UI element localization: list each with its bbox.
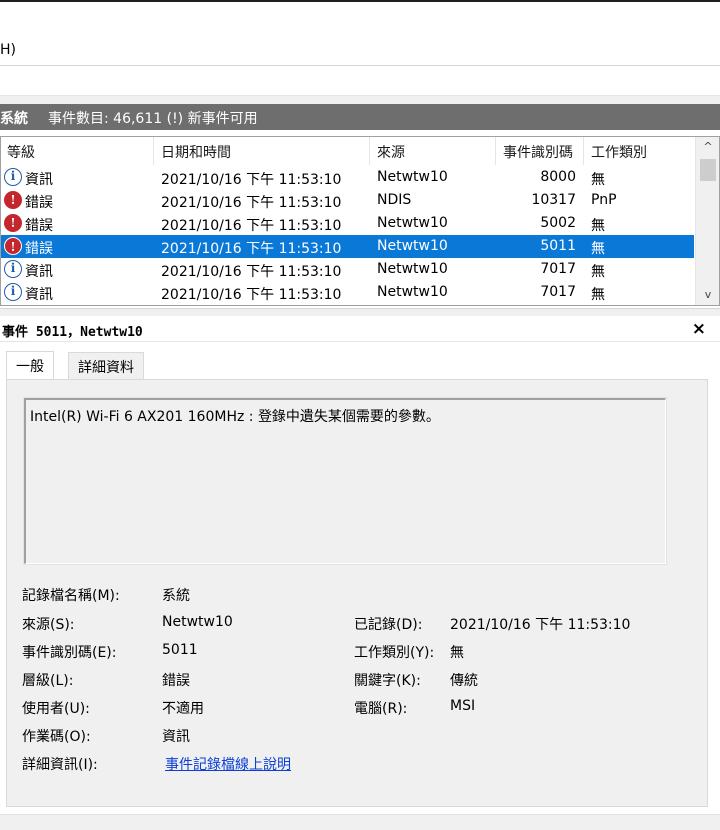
vertical-scrollbar[interactable]: ^ v [695, 137, 719, 305]
tab-general[interactable]: 一般 [6, 351, 54, 380]
menu-help[interactable]: H) [0, 42, 16, 58]
info-icon: i [4, 260, 22, 278]
table-row[interactable]: i 資訊 2021/10/16 下午 11:53:10 Netwtw10 8000 無 [1, 166, 694, 189]
cell-datetime: 2021/10/16 下午 11:53:10 [161, 195, 342, 211]
cell-event-id: 7017 [540, 261, 576, 277]
cell-event-id: 7017 [540, 284, 576, 300]
event-count: 事件數目: 46,611 (!) 新事件可用 [48, 111, 258, 127]
close-icon[interactable]: × [692, 319, 706, 339]
column-divider[interactable] [583, 137, 584, 165]
opcode-label: 作業碼(O): [22, 729, 91, 745]
log-title: 系統 [0, 111, 28, 127]
task-category-label: 工作類別(Y): [354, 645, 435, 661]
cell-level: 資訊 [25, 172, 53, 188]
keywords-label: 關鍵字(K): [354, 673, 421, 689]
cell-source: Netwtw10 [377, 215, 448, 231]
status-bar [0, 814, 720, 830]
cell-event-id: 5002 [540, 215, 576, 231]
table-row[interactable]: ! 錯誤 2021/10/16 下午 11:53:10 Netwtw10 5002 無 [1, 212, 694, 235]
level-value: 錯誤 [162, 673, 190, 689]
cell-level: 資訊 [25, 264, 53, 280]
pane-gap [0, 96, 720, 104]
task-category-value: 無 [450, 645, 464, 661]
cell-event-id: 10317 [531, 192, 576, 208]
table-row[interactable]: i 資訊 2021/10/16 下午 11:53:10 Netwtw10 7017 無 [1, 281, 694, 304]
error-icon: ! [4, 237, 22, 255]
cell-level: 資訊 [25, 287, 53, 303]
cell-category: 無 [591, 264, 605, 280]
table-row[interactable]: i 資訊 2021/10/16 下午 11:53:10 Netwtw10 7017 無 [1, 258, 694, 281]
event-id-label: 事件識別碼(E): [22, 645, 117, 661]
cell-datetime: 2021/10/16 下午 11:53:10 [161, 287, 342, 303]
logged-label: 已記錄(D): [354, 617, 423, 633]
user-label: 使用者(U): [22, 701, 90, 717]
log-name-label: 記錄檔名稱(M): [22, 588, 120, 604]
level-label: 層級(L): [22, 673, 74, 689]
opcode-value: 資訊 [162, 729, 190, 745]
event-message-box[interactable]: Intel(R) Wi-Fi 6 AX201 160MHz : 登錄中遺失某個需… [23, 397, 667, 565]
info-icon: i [4, 168, 22, 186]
cell-level: 錯誤 [25, 195, 53, 211]
cell-source: Netwtw10 [377, 238, 448, 254]
detail-header: 事件 5011，Netwtw10 × [0, 318, 720, 342]
user-value: 不適用 [162, 701, 204, 717]
log-name-value: 系統 [162, 588, 190, 604]
event-id-value: 5011 [162, 642, 198, 658]
column-header-source[interactable]: 來源 [377, 137, 405, 165]
column-divider[interactable] [495, 137, 496, 165]
scroll-down-icon[interactable]: v [696, 285, 719, 305]
toolbar [0, 66, 720, 96]
event-message: Intel(R) Wi-Fi 6 AX201 160MHz : 登錄中遺失某個需… [30, 409, 440, 425]
online-help-link[interactable]: 事件記錄檔線上說明 [165, 754, 291, 774]
source-value: Netwtw10 [162, 614, 233, 630]
cell-datetime: 2021/10/16 下午 11:53:10 [161, 172, 342, 188]
cell-level: 錯誤 [25, 218, 53, 234]
table-row[interactable]: ! 錯誤 2021/10/16 下午 11:53:10 NDIS 10317 PnP [1, 189, 694, 212]
column-divider[interactable] [153, 137, 154, 165]
cell-category: 無 [591, 287, 605, 303]
cell-datetime: 2021/10/16 下午 11:53:10 [161, 218, 342, 234]
column-header-datetime[interactable]: 日期和時間 [161, 137, 231, 165]
cell-source: Netwtw10 [377, 261, 448, 277]
more-info-label: 詳細資訊(I): [22, 757, 98, 773]
menu-bar: H) [0, 38, 720, 66]
cell-datetime: 2021/10/16 下午 11:53:10 [161, 264, 342, 280]
detail-title: 事件 5011，Netwtw10 [2, 325, 143, 340]
error-icon: ! [4, 214, 22, 232]
column-divider[interactable] [369, 137, 370, 165]
cell-event-id: 5011 [540, 238, 576, 254]
cell-category: 無 [591, 241, 605, 257]
source-label: 來源(S): [22, 617, 75, 633]
column-header-task-category[interactable]: 工作類別 [591, 137, 647, 165]
cell-level: 錯誤 [25, 241, 53, 257]
scroll-thumb[interactable] [700, 159, 716, 181]
scroll-up-icon[interactable]: ^ [696, 137, 719, 157]
cell-category: 無 [591, 172, 605, 188]
log-header-bar: 系統 事件數目: 46,611 (!) 新事件可用 [0, 104, 720, 130]
column-header-level[interactable]: 等級 [7, 137, 35, 165]
error-icon: ! [4, 191, 22, 209]
computer-label: 電腦(R): [354, 701, 408, 717]
info-icon: i [4, 283, 22, 301]
cell-category: PnP [591, 192, 617, 208]
cell-source: Netwtw10 [377, 169, 448, 185]
event-list: 等級 日期和時間 來源 事件識別碼 工作類別 i 資訊 2021/10/16 下午 … [0, 136, 720, 306]
window-top-border [0, 0, 720, 2]
tab-details[interactable]: 詳細資料 [68, 352, 144, 380]
keywords-value: 傳統 [450, 673, 478, 689]
cell-source: NDIS [377, 192, 412, 208]
cell-category: 無 [591, 218, 605, 234]
logged-value: 2021/10/16 下午 11:53:10 [450, 617, 631, 633]
column-header-event-id[interactable]: 事件識別碼 [503, 137, 573, 165]
cell-source: Netwtw10 [377, 284, 448, 300]
cell-datetime: 2021/10/16 下午 11:53:10 [161, 241, 342, 257]
table-row[interactable]: ! 錯誤 2021/10/16 下午 11:53:10 Netwtw10 5011 無 [1, 235, 694, 258]
computer-value: MSI [450, 698, 476, 714]
pane-splitter[interactable] [0, 308, 720, 316]
cell-event-id: 8000 [540, 169, 576, 185]
